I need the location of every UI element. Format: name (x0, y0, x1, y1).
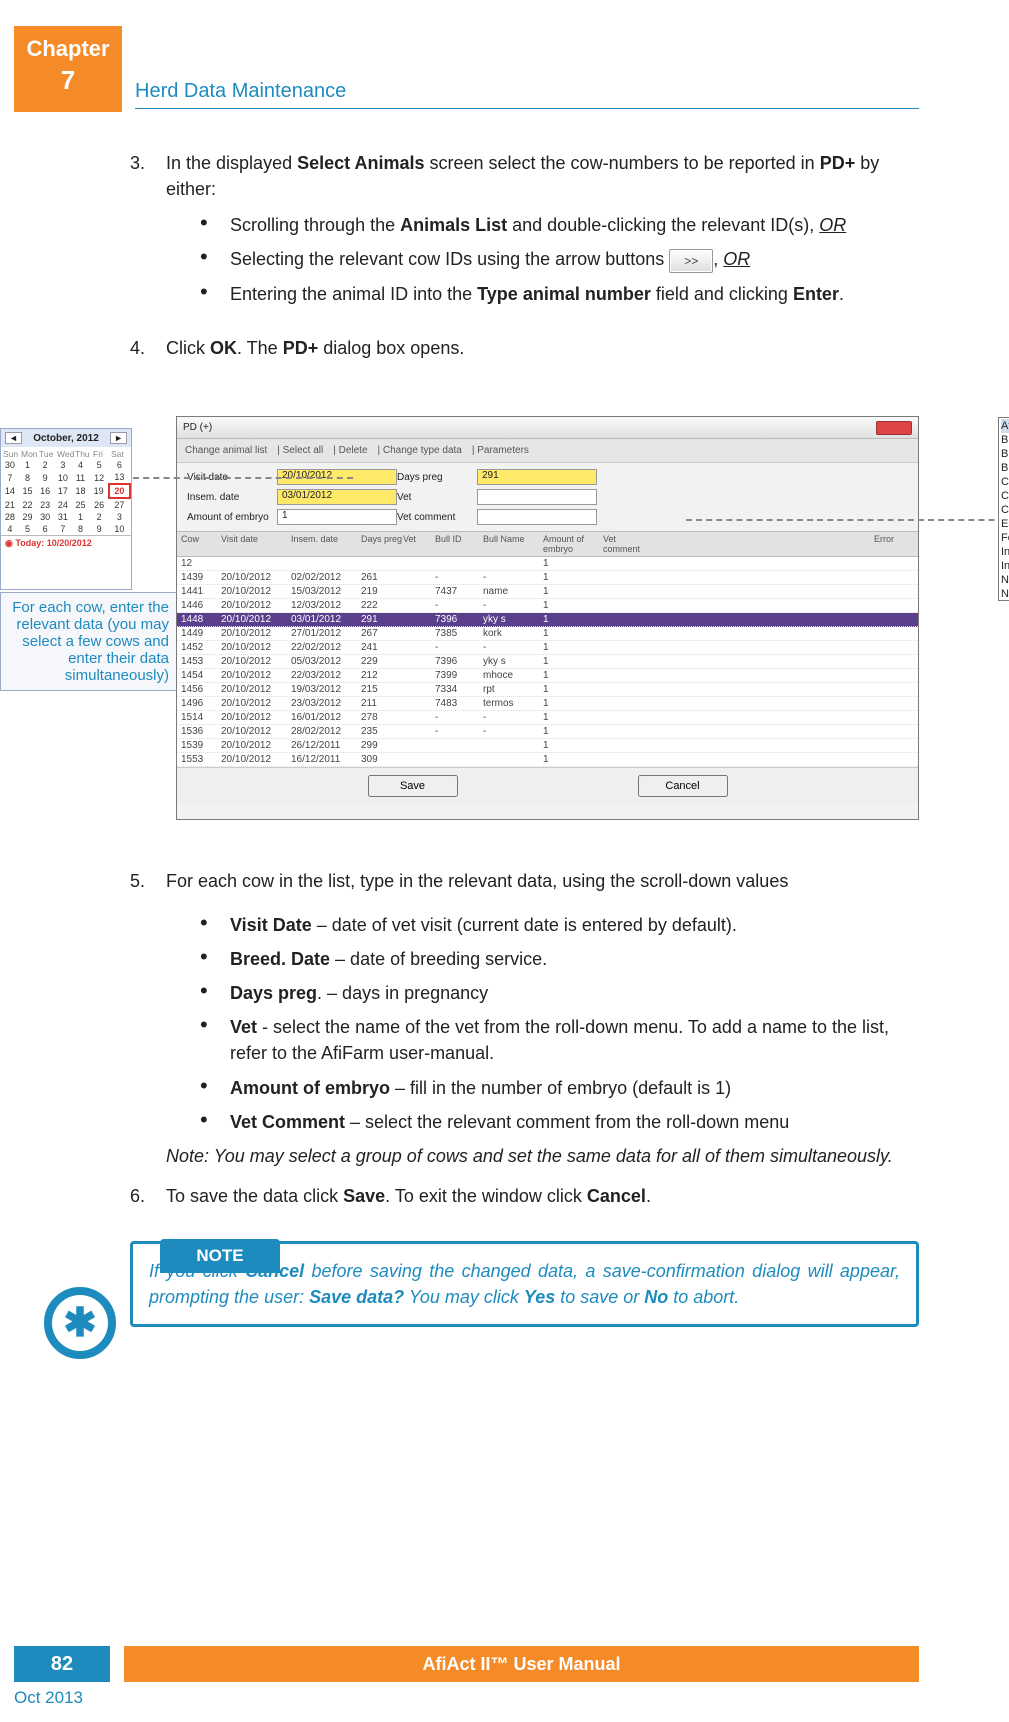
field-description: Visit Date – date of vet visit (current … (200, 912, 919, 938)
section-rule (135, 108, 919, 109)
dialog-titlebar: PD (+) (177, 417, 918, 439)
content-lower: 5. For each cow in the list, type in the… (130, 868, 919, 1327)
table-row[interactable]: 149620/10/201223/03/20122117483termos1 (177, 697, 918, 711)
footer-bar: 82 AfiAct II™ User Manual (14, 1646, 919, 1682)
pd-plus-dialog: PD (+) Change animal list | Select all | D… (176, 416, 919, 820)
vet-field[interactable] (477, 489, 597, 505)
close-icon[interactable] (876, 421, 912, 435)
table-row[interactable]: 144920/10/201227/01/20122677385kork1 (177, 627, 918, 641)
table-row[interactable]: 155320/10/201216/12/20113091 (177, 753, 918, 767)
dash-line-2 (686, 519, 1009, 521)
chapter-number: 7 (14, 62, 122, 98)
table-row[interactable]: 144820/10/201203/01/20122917396yky s1 (177, 613, 918, 627)
table-row[interactable]: 145420/10/201222/03/20122127399mhoce1 (177, 669, 918, 683)
table-row[interactable]: 144620/10/201212/03/2012222--1 (177, 599, 918, 613)
amount-embryo-field[interactable]: 1 (277, 509, 397, 525)
step3-bullet2: Selecting the relevant cow IDs using the… (200, 246, 919, 272)
table-row[interactable]: 153920/10/201226/12/20112991 (177, 739, 918, 753)
table-row[interactable]: 145220/10/201222/02/2012241--1 (177, 641, 918, 655)
list-item[interactable]: Charge for Purchased Cow (1001, 489, 1009, 503)
list-item[interactable]: Cervical Mouth Open (1001, 475, 1009, 489)
list-item[interactable]: Insemination after Abortion (1001, 545, 1009, 559)
list-item[interactable]: Estrual Mucus (1001, 517, 1009, 531)
toolbar-item[interactable]: | Delete (333, 445, 367, 456)
calendar-month: October, 2012 (33, 433, 99, 444)
field-description: Breed. Date – date of breeding service. (200, 946, 919, 972)
list-item[interactable]: Cloudy Mucus (1001, 503, 1009, 517)
cancel-button[interactable]: Cancel (638, 775, 728, 797)
page-number: 82 (14, 1646, 110, 1682)
content-upper: 3. In the displayed Select Animals scree… (130, 150, 919, 375)
list-item[interactable]: Blood-Inseminated (1001, 433, 1009, 447)
step-3: 3. In the displayed Select Animals scree… (130, 150, 919, 307)
vet-comment-field[interactable] (477, 509, 597, 525)
insem-date-field[interactable]: 03/01/2012 (277, 489, 397, 505)
note-box: NOTE ✱ If you click Cancel before saving… (130, 1241, 919, 1327)
calendar-next-icon[interactable]: ► (110, 432, 127, 444)
dialog-title: PD (+) (183, 422, 212, 433)
list-item[interactable]: No Entrance but Inseminate (1001, 573, 1009, 587)
step3-bullet1: Scrolling through the Animals List and d… (200, 212, 919, 238)
step-4: 4. Click OK. The PD+ dialog box opens. (130, 335, 919, 361)
dash-line-1 (133, 477, 353, 479)
calendar-prev-icon[interactable]: ◄ (5, 432, 22, 444)
dialog-toolbar[interactable]: Change animal list | Select all | Delete | … (177, 439, 918, 463)
footer-date: Oct 2013 (14, 1688, 83, 1708)
section-title: Herd Data Maintenance (135, 80, 346, 103)
field-description: Vet Comment – select the relevant commen… (200, 1109, 919, 1135)
toolbar-item[interactable]: | Select all (277, 445, 323, 456)
vet-comment-label: Vet comment (397, 512, 477, 523)
calendar-grid[interactable]: 3012345678910111213141516171819202122232… (1, 459, 131, 535)
figure-pd-dialog: ◄October, 2012► SunMonTueWedThuFriSat 30… (0, 416, 919, 826)
amount-embryo-label: Amount of embryo (187, 512, 277, 523)
field-description: Days preg. – days in pregnancy (200, 980, 919, 1006)
chapter-tab: Chapter 7 (14, 26, 122, 112)
toolbar-item[interactable]: Change animal list (185, 445, 267, 456)
calendar-widget[interactable]: ◄October, 2012► SunMonTueWedThuFriSat 30… (0, 428, 132, 590)
days-preg-label: Days preg (397, 472, 477, 483)
list-item[interactable]: After Embryo Flushing (1001, 419, 1009, 433)
note-tab: NOTE (160, 1239, 280, 1273)
list-item[interactable]: Bull Proven for Calving (1001, 461, 1009, 475)
arrow-button-icon: >> (669, 249, 713, 273)
step-5: 5. For each cow in the list, type in the… (130, 868, 919, 1169)
vet-comment-listbox[interactable]: After Embryo FlushingBlood-InseminatedBl… (998, 417, 1009, 601)
insem-date-label: Insem. date (187, 492, 277, 503)
toolbar-item[interactable]: | Change type data (378, 445, 462, 456)
table-row[interactable]: 145320/10/201205/03/20122297396yky s1 (177, 655, 918, 669)
grid-body[interactable]: 121143920/10/201202/02/2012261--1144120/… (177, 557, 918, 767)
table-row[interactable]: 143920/10/201202/02/2012261--1 (177, 571, 918, 585)
field-description: Vet - select the name of the vet from th… (200, 1014, 919, 1066)
table-row[interactable]: 153620/10/201228/02/2012235--1 (177, 725, 918, 739)
save-button[interactable]: Save (368, 775, 458, 797)
calendar-today: Today: 10/20/2012 (15, 538, 91, 548)
step-6: 6. To save the data click Save. To exit … (130, 1183, 919, 1209)
list-item[interactable]: Insemination without Charge (1001, 559, 1009, 573)
step5-note: Note: You may select a group of cows and… (166, 1143, 919, 1169)
annotation-callout: For each cow, enter the relevant data (y… (0, 592, 178, 691)
table-row[interactable]: 151420/10/201216/01/2012278--1 (177, 711, 918, 725)
chapter-word: Chapter (14, 36, 122, 62)
list-item[interactable]: For Embryo Flushing (1001, 531, 1009, 545)
list-item[interactable]: Bloody Mucus (1001, 447, 1009, 461)
days-preg-field[interactable]: 291 (477, 469, 597, 485)
table-row[interactable]: 145620/10/201219/03/20122157334rpt1 (177, 683, 918, 697)
table-row[interactable]: 121 (177, 557, 918, 571)
toolbar-item[interactable]: | Parameters (472, 445, 529, 456)
grid-header: CowVisit dateInsem. dateDays pregVetBull… (177, 531, 918, 557)
list-item[interactable]: Normal (1001, 587, 1009, 601)
table-row[interactable]: 144120/10/201215/03/20122197437name1 (177, 585, 918, 599)
field-description: Amount of embryo – fill in the number of… (200, 1075, 919, 1101)
asterisk-icon: ✱ (44, 1287, 116, 1359)
product-title: AfiAct II™ User Manual (124, 1646, 919, 1682)
vet-label: Vet (397, 492, 477, 503)
step3-bullet3: Entering the animal ID into the Type ani… (200, 281, 919, 307)
